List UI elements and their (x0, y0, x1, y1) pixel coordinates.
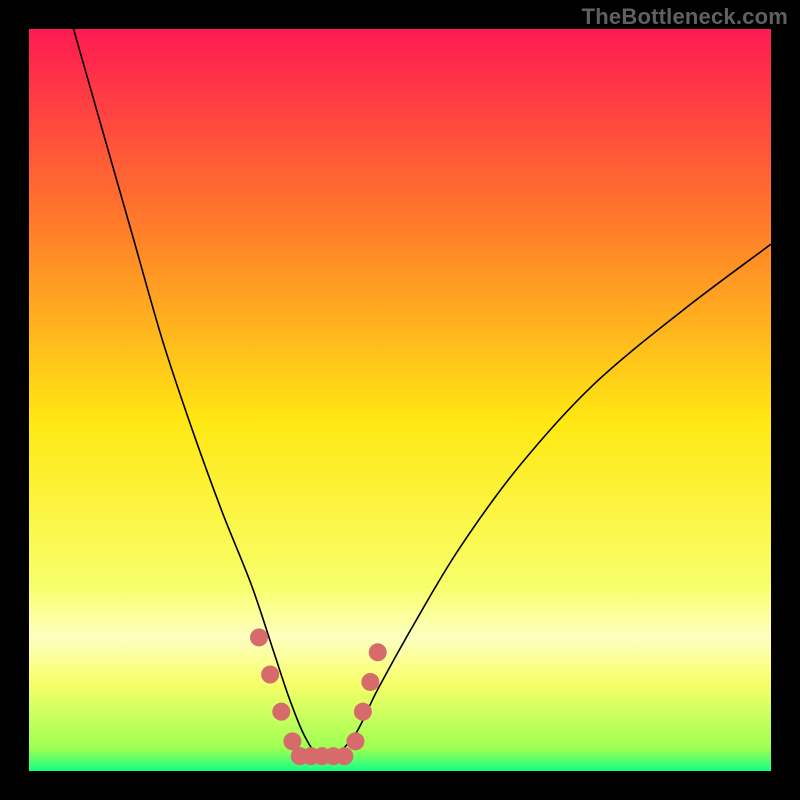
gradient-background (29, 29, 771, 771)
highlight-dot (261, 666, 279, 684)
highlight-dot (361, 673, 379, 691)
chart-svg (29, 29, 771, 771)
watermark-text: TheBottleneck.com (582, 4, 788, 30)
highlight-dot (335, 747, 353, 765)
highlight-dot (250, 628, 268, 646)
highlight-dot (346, 732, 364, 750)
highlight-dot (369, 643, 387, 661)
plot-area (29, 29, 771, 771)
highlight-dot (354, 703, 372, 721)
chart-frame: TheBottleneck.com (0, 0, 800, 800)
highlight-dot (272, 703, 290, 721)
